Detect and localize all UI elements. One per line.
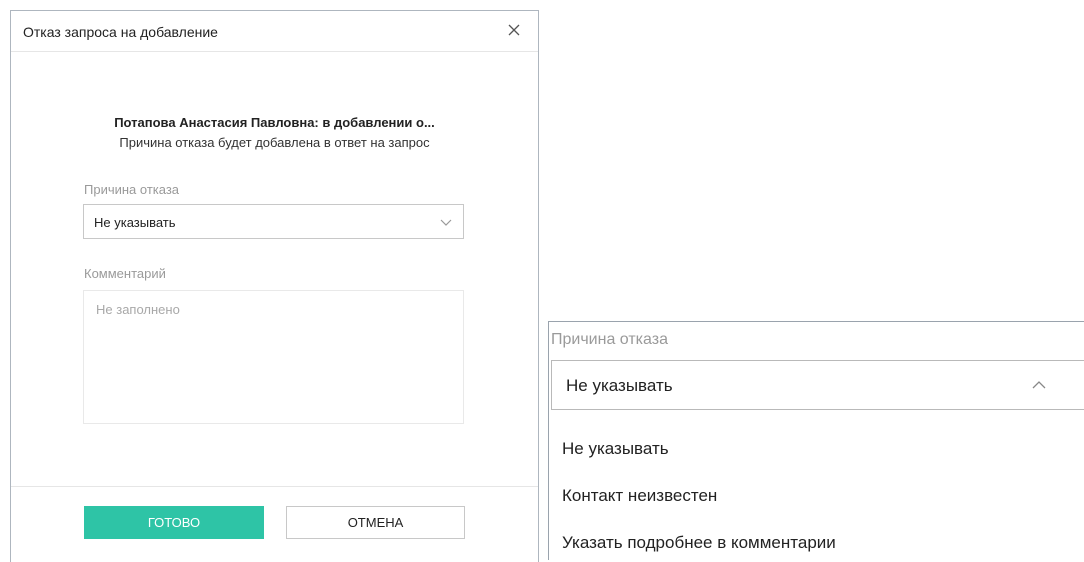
reason-label: Причина отказа xyxy=(84,182,180,197)
footer-divider xyxy=(11,486,538,487)
reason-dropdown-detail: Причина отказа Не указывать Не указывать… xyxy=(548,321,1084,560)
dropdown-option[interactable]: Не указывать xyxy=(562,439,669,459)
reject-request-dialog: Отказ запроса на добавление Потапова Ана… xyxy=(10,10,539,562)
chevron-up-icon xyxy=(1032,381,1046,389)
done-button[interactable]: ГОТОВО xyxy=(84,506,264,539)
chevron-down-icon xyxy=(440,219,452,226)
reason-select[interactable]: Не указывать xyxy=(83,204,464,239)
cancel-button[interactable]: ОТМЕНА xyxy=(286,506,465,539)
dropdown-option[interactable]: Контакт неизвестен xyxy=(562,486,717,506)
close-icon xyxy=(508,24,520,36)
comment-field[interactable]: Не заполнено xyxy=(83,290,464,424)
contact-headline: Потапова Анастасия Павловна: в добавлени… xyxy=(114,115,435,130)
dropdown-option[interactable]: Указать подробнее в комментарии xyxy=(562,533,836,553)
comment-placeholder: Не заполнено xyxy=(96,302,180,317)
dialog-subtitle: Причина отказа будет добавлена в ответ н… xyxy=(119,135,430,150)
reason-label: Причина отказа xyxy=(551,331,668,348)
reason-select-expanded[interactable]: Не указывать xyxy=(551,360,1084,410)
dialog-header: Отказ запроса на добавление xyxy=(11,11,538,52)
dialog-title: Отказ запроса на добавление xyxy=(23,24,218,40)
close-button[interactable] xyxy=(506,22,522,38)
reason-select-value: Не указывать xyxy=(566,376,673,395)
comment-label: Комментарий xyxy=(84,266,166,281)
reason-select-value: Не указывать xyxy=(94,215,176,230)
